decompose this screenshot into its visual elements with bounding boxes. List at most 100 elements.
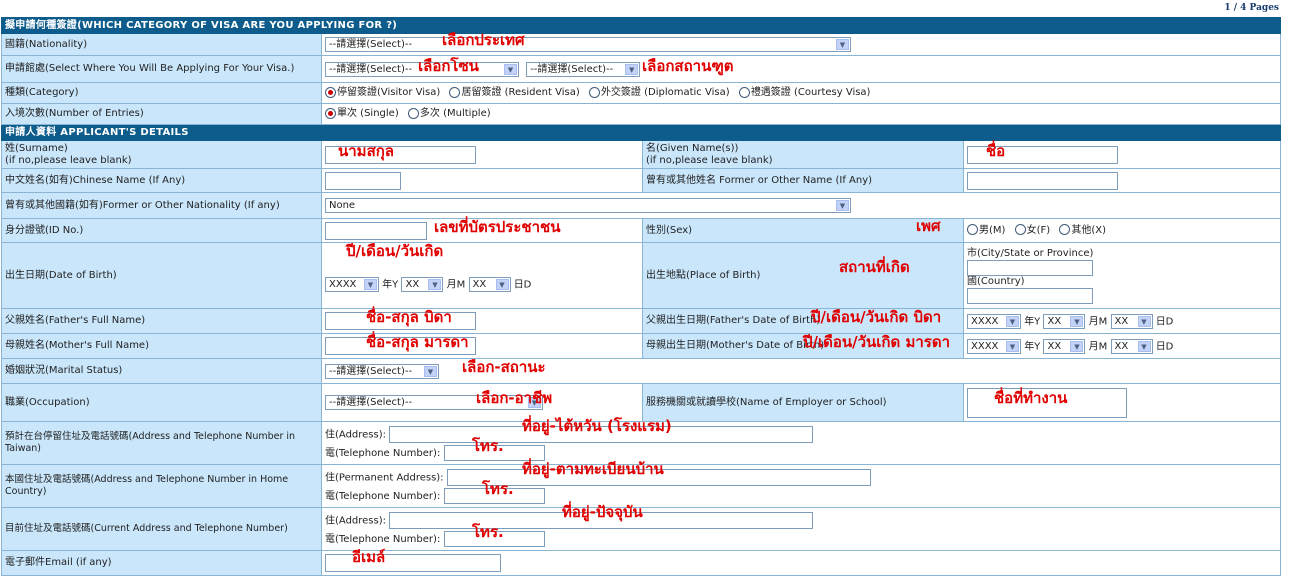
annotation-dob: ปี/เดือน/วันเกิด (346, 242, 444, 260)
annotation-taiwan-telephone: โทร. (472, 437, 504, 455)
former-name-label: 曾有或其他姓名 Former or Other Name (If Any) (642, 168, 964, 193)
category-radio-resident[interactable] (449, 86, 461, 98)
section-header-visa-category: 擬申請何種簽證(WHICH CATEGORY OF VISA ARE YOU A… (0, 17, 1282, 34)
father-dob-year-select[interactable]: XXXX ▼ (967, 313, 1021, 329)
category-radio-diplomatic[interactable] (588, 86, 600, 98)
chevron-down-icon: ▼ (1137, 315, 1151, 327)
father-dob-day-unit: 日D (1155, 316, 1174, 327)
page-indicator: 1 / 4 Pages (1224, 3, 1279, 13)
chevron-down-icon: ▼ (836, 200, 849, 211)
chevron-down-icon: ▼ (1070, 315, 1084, 327)
dob-year-unit: 年Y (382, 279, 399, 291)
sex-option-male: 男(M) (979, 224, 1006, 236)
chinese-name-label: 中文姓名(如有)Chinese Name (If Any) (1, 168, 322, 193)
mother-dob-year-select[interactable]: XXXX ▼ (967, 338, 1021, 354)
entries-radio-multiple[interactable] (407, 107, 419, 119)
category-option-diplomatic: 外交簽證 (Diplomatic Visa) (600, 87, 730, 99)
sex-label: 性別(Sex) (646, 224, 693, 236)
category-label: 種類(Category) (1, 82, 322, 104)
pob-country-label: 國(Country) (967, 275, 1025, 287)
former-nationality-select[interactable]: None ▼ (325, 198, 851, 213)
dob-month-select[interactable]: XX ▼ (401, 277, 444, 292)
category-radio-visitor[interactable] (325, 86, 336, 98)
section-header-applicant: 申請人資料 APPLICANT'S DETAILS (0, 124, 1282, 141)
entries-option-single: 單次 (Single) (337, 108, 399, 120)
chevron-down-icon: ▼ (1006, 315, 1019, 327)
taiwan-address-label: 預計在台停留住址及電話號碼(Address and Telephone Numb… (1, 421, 322, 465)
email-label: 電子郵件Email (if any) (1, 550, 322, 576)
annotation-father-dob: ปี/เดือน/วันเกิด บิดา (811, 308, 942, 326)
surname-label: 姓(Surname) (5, 142, 68, 154)
chevron-down-icon: ▼ (1070, 340, 1084, 352)
annotation-marital: เลือก-สถานะ (462, 358, 546, 376)
annotation-current-address: ที่อยู่-ปัจจุบัน (562, 503, 643, 521)
sex-radio-female[interactable] (1014, 224, 1026, 236)
sex-radio-group: 男(M) 女(F) 其他(X) (962, 218, 1282, 243)
category-radio-courtesy[interactable] (738, 86, 750, 98)
father-dob-month-select[interactable]: XX ▼ (1043, 313, 1086, 329)
annotation-region: เลือกโซน (418, 57, 479, 75)
mother-dob-month-select[interactable]: XX ▼ (1043, 338, 1086, 354)
chevron-down-icon: ▼ (495, 279, 509, 290)
sex-radio-other[interactable] (1059, 224, 1071, 236)
visa-application-form: 擬申請何種簽證(WHICH CATEGORY OF VISA ARE YOU A… (0, 17, 1282, 576)
category-option-resident: 居留簽證 (Resident Visa) (461, 87, 580, 99)
father-dob-year-value: XXXX (971, 315, 999, 327)
nationality-select-value: --請選擇(Select)-- (329, 39, 413, 50)
taiwan-address-field-label: 住(Address): (325, 429, 386, 440)
home-telephone-field-label: 電(Telephone Number): (325, 490, 441, 502)
mother-dob-day-value: XX (1114, 340, 1129, 352)
chinese-name-input[interactable] (325, 171, 401, 190)
annotation-id-no: เลขที่บัตรประชาชน (434, 218, 561, 236)
father-dob-month-value: XX (1047, 315, 1062, 327)
mother-dob-month-unit: 月M (1088, 341, 1108, 352)
annotation-office: เลือกสถานฑูต (642, 57, 734, 75)
entries-radio-group: 單次 (Single) 多次 (Multiple) (320, 103, 1282, 125)
category-option-visitor: 停留簽證(Visitor Visa) (337, 87, 441, 99)
sex-option-other: 其他(X) (1071, 224, 1107, 236)
mother-dob-day-select[interactable]: XX ▼ (1110, 338, 1153, 354)
sex-radio-male[interactable] (967, 224, 978, 236)
annotation-father-name: ชื่อ-สกุล บิดา (366, 308, 452, 326)
dob-day-select[interactable]: XX ▼ (468, 277, 511, 292)
entries-option-multiple: 多次 (Multiple) (419, 108, 491, 120)
home-address-field-label: 住(Permanent Address): (325, 472, 444, 483)
pob-city-input[interactable] (967, 259, 1093, 276)
id-no-input[interactable] (325, 221, 427, 240)
annotation-nationality: เลือกประเทศ (442, 31, 525, 49)
pob-country-input[interactable] (967, 287, 1093, 304)
given-name-hint: (if no,please leave blank) (646, 154, 773, 166)
annotation-current-telephone: โทร. (472, 523, 504, 541)
mother-dob-day-unit: 日D (1155, 341, 1174, 352)
current-address-label: 目前住址及電話號碼(Current Address and Telephone … (1, 507, 322, 551)
employer-label: 服務機關或就讀學校(Name of Employer or School) (642, 383, 964, 422)
annotation-home-address: ที่อยู่-ตามทะเบียนบ้าน (522, 460, 664, 478)
pob-city-label: 市(City/State or Province) (967, 247, 1094, 259)
nationality-select[interactable]: --請選擇(Select)-- ▼ (325, 37, 851, 52)
home-address-label: 本國住址及電話號碼(Address and Telephone Number i… (1, 464, 322, 508)
dob-year-value: XXXX (329, 279, 357, 290)
pob-label: 出生地點(Place of Birth) (646, 269, 761, 281)
mother-dob-label: 母親出生日期(Mother's Date of Birth) (646, 340, 825, 351)
dob-label: 出生日期(Date of Birth) (1, 242, 322, 309)
sex-option-female: 女(F) (1026, 224, 1051, 236)
father-dob-label: 父親出生日期(Father's Date of Birth) (646, 315, 821, 326)
annotation-occupation: เลือก-อาชีพ (476, 389, 553, 407)
apply-office-select[interactable]: --請選擇(Select)-- ▼ (526, 61, 641, 77)
marital-select[interactable]: --請選擇(Select)-- ▼ (325, 363, 439, 379)
given-name-label: 名(Given Name(s)) (646, 142, 739, 154)
mother-name-label: 母親姓名(Mother's Full Name) (1, 333, 322, 359)
category-option-courtesy: 禮遇簽證 (Courtesy Visa) (750, 87, 871, 99)
chevron-down-icon: ▼ (836, 39, 849, 50)
chevron-down-icon: ▼ (504, 63, 517, 75)
mother-dob-year-unit: 年Y (1024, 341, 1041, 352)
entries-radio-single[interactable] (325, 107, 336, 119)
former-name-input[interactable] (967, 171, 1118, 190)
chevron-down-icon: ▼ (428, 279, 442, 290)
chevron-down-icon: ▼ (364, 279, 377, 290)
dob-year-select[interactable]: XXXX ▼ (325, 277, 379, 292)
former-nationality-select-value: None (329, 200, 356, 211)
father-dob-day-select[interactable]: XX ▼ (1110, 313, 1153, 329)
annotation-pob: สถานที่เกิด (839, 258, 910, 276)
surname-hint: (if no,please leave blank) (5, 154, 132, 166)
